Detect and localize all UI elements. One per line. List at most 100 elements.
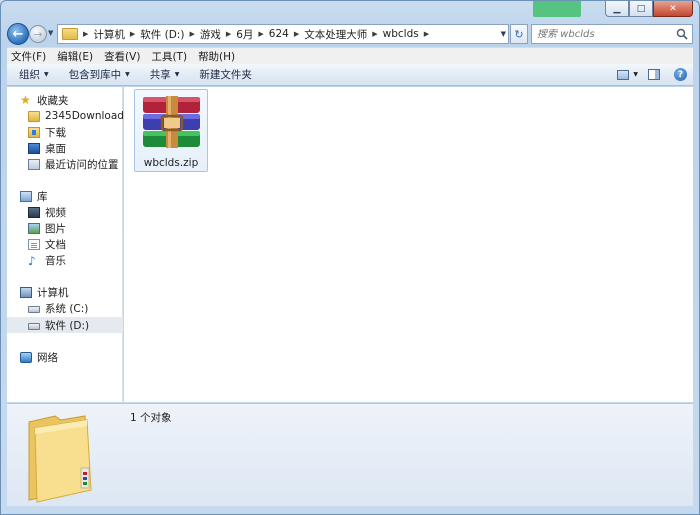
- nav-libraries[interactable]: 库: [7, 188, 123, 204]
- menu-tools[interactable]: 工具(T): [151, 49, 187, 64]
- winrar-archive-icon: [143, 96, 200, 148]
- close-button[interactable]: ✕: [653, 1, 693, 17]
- recent-places-icon: [28, 158, 40, 170]
- back-button[interactable]: ←: [7, 23, 29, 45]
- maximize-icon: □: [636, 3, 646, 14]
- address-dropdown-icon[interactable]: ▼: [501, 30, 506, 38]
- computer-icon: [20, 286, 32, 298]
- nav-item-label: 最近访问的位置: [45, 158, 119, 171]
- search-input[interactable]: [537, 28, 677, 40]
- nav-item-desktop[interactable]: 桌面: [7, 140, 123, 156]
- chevron-down-icon: ▼: [174, 71, 180, 78]
- arrow-right-icon: →: [33, 27, 43, 41]
- nav-favorites[interactable]: ★ 收藏夹: [7, 92, 123, 108]
- share-label: 共享: [149, 69, 171, 81]
- forward-button[interactable]: →: [29, 25, 47, 43]
- chevron-right-icon[interactable]: ▶: [226, 30, 231, 38]
- breadcrumb-games[interactable]: 游戏: [200, 27, 221, 42]
- view-options-dropdown[interactable]: ▼: [633, 71, 638, 78]
- nav-item-label: 系统 (C:): [45, 302, 89, 315]
- nav-item-2345downloads[interactable]: 2345Downloads: [7, 108, 129, 124]
- search-icon[interactable]: [676, 28, 688, 40]
- explorer-window: ▁ □ ✕ ← → ▼ ▶ 计算机 ▶ 软件 (D:) ▶ 游戏 ▶ 6月 ▶ …: [0, 0, 700, 515]
- hard-drive-icon: [28, 323, 40, 330]
- help-icon[interactable]: ?: [674, 68, 687, 81]
- nav-item-documents[interactable]: 文档: [7, 236, 123, 252]
- breadcrumb-text-master[interactable]: 文本处理大师: [304, 27, 367, 42]
- minimize-icon: ▁: [613, 3, 621, 14]
- chevron-right-icon[interactable]: ▶: [130, 30, 135, 38]
- nav-item-pictures[interactable]: 图片: [7, 220, 123, 236]
- downloads-folder-icon: [28, 126, 40, 138]
- folder-icon: [62, 28, 78, 40]
- breadcrumb-wbclds[interactable]: wbclds: [383, 28, 419, 40]
- nav-item-videos[interactable]: 视频: [7, 204, 123, 220]
- chevron-right-icon[interactable]: ▶: [294, 30, 299, 38]
- menu-view[interactable]: 查看(V): [104, 49, 140, 64]
- nav-item-label: 软件 (D:): [45, 319, 90, 332]
- new-folder-button[interactable]: 新建文件夹: [199, 67, 252, 82]
- address-bar[interactable]: ▶ 计算机 ▶ 软件 (D:) ▶ 游戏 ▶ 6月 ▶ 624 ▶ 文本处理大师…: [57, 24, 509, 44]
- background-window-fragment: [533, 1, 581, 17]
- search-box[interactable]: [531, 24, 693, 44]
- chevron-right-icon[interactable]: ▶: [372, 30, 377, 38]
- file-item[interactable]: wbclds.zip: [134, 89, 208, 172]
- include-in-library-label: 包含到库中: [68, 69, 122, 81]
- chevron-right-icon[interactable]: ▶: [258, 30, 263, 38]
- nav-item-recent-places[interactable]: 最近访问的位置: [7, 156, 123, 172]
- nav-network[interactable]: 网络: [7, 349, 123, 365]
- item-count: 1 个对象: [130, 412, 172, 424]
- chevron-right-icon[interactable]: ▶: [83, 30, 88, 38]
- menu-bar: 文件(F) 编辑(E) 查看(V) 工具(T) 帮助(H): [7, 47, 693, 64]
- file-list-view[interactable]: wbclds.zip: [124, 87, 693, 402]
- maximize-button[interactable]: □: [629, 1, 653, 17]
- refresh-icon: ↻: [514, 27, 524, 41]
- organize-label: 组织: [19, 69, 40, 81]
- library-icon: [20, 190, 32, 202]
- include-in-library-button[interactable]: 包含到库中 ▼: [69, 67, 130, 82]
- desktop-icon: [28, 142, 40, 154]
- music-note-icon: ♪: [28, 253, 36, 268]
- nav-item-label: 音乐: [45, 254, 66, 267]
- new-folder-label: 新建文件夹: [199, 69, 252, 81]
- folder-icon: [28, 415, 92, 503]
- nav-item-downloads[interactable]: 下载: [7, 124, 123, 140]
- hard-drive-icon: [28, 306, 40, 313]
- navigation-pane: ★ 收藏夹 2345Downloads 下载 桌面 最近访问的位置 库 视频 图…: [7, 87, 129, 402]
- chevron-down-icon: ▼: [44, 71, 49, 78]
- documents-library-icon: [28, 238, 40, 250]
- file-name: wbclds.zip: [143, 157, 199, 169]
- close-icon: ✕: [669, 3, 677, 14]
- caption-buttons: ▁ □ ✕: [605, 1, 693, 17]
- organize-button[interactable]: 组织 ▼: [19, 67, 49, 82]
- recent-pages-dropdown[interactable]: ▼: [48, 29, 53, 37]
- nav-item-label: 图片: [45, 222, 66, 235]
- change-view-icon[interactable]: [617, 69, 630, 80]
- breadcrumb-computer[interactable]: 计算机: [93, 27, 125, 42]
- menu-help[interactable]: 帮助(H): [198, 49, 235, 64]
- preview-pane-icon[interactable]: [648, 69, 660, 80]
- folder-icon: [28, 110, 40, 122]
- nav-network-label: 网络: [37, 351, 58, 364]
- refresh-button[interactable]: ↻: [510, 24, 528, 44]
- menu-edit[interactable]: 编辑(E): [57, 49, 93, 64]
- share-button[interactable]: 共享 ▼: [150, 67, 180, 82]
- view-controls: ▼ ?: [617, 68, 687, 81]
- breadcrumb-june[interactable]: 6月: [236, 27, 253, 42]
- minimize-button[interactable]: ▁: [605, 1, 629, 17]
- video-library-icon: [28, 206, 40, 218]
- nav-item-label: 桌面: [45, 142, 66, 155]
- breadcrumb-624[interactable]: 624: [269, 28, 289, 40]
- breadcrumb-drive-d[interactable]: 软件 (D:): [140, 27, 184, 42]
- nav-libraries-label: 库: [37, 190, 48, 203]
- chevron-right-icon[interactable]: ▶: [424, 30, 429, 38]
- nav-item-drive-c[interactable]: 系统 (C:): [7, 300, 123, 316]
- chevron-right-icon[interactable]: ▶: [189, 30, 194, 38]
- navigation-bar: ← → ▼ ▶ 计算机 ▶ 软件 (D:) ▶ 游戏 ▶ 6月 ▶ 624 ▶ …: [7, 23, 693, 47]
- nav-item-music[interactable]: ♪ 音乐: [7, 252, 123, 268]
- nav-item-label: 文档: [45, 238, 66, 251]
- menu-file[interactable]: 文件(F): [11, 49, 46, 64]
- nav-computer[interactable]: 计算机: [7, 284, 123, 300]
- nav-item-drive-d[interactable]: 软件 (D:): [7, 317, 123, 333]
- arrow-left-icon: ←: [12, 26, 24, 42]
